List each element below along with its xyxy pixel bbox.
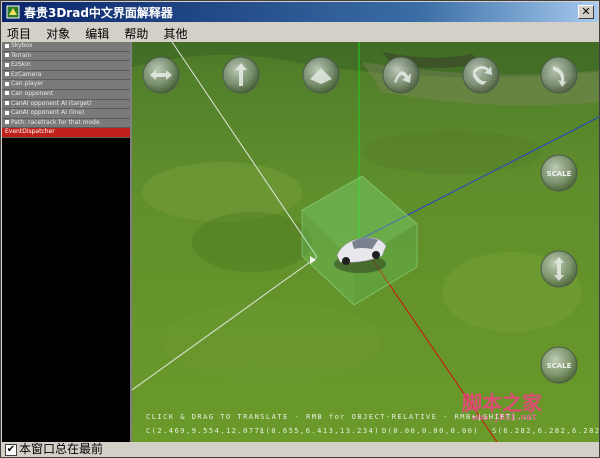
object-label: EzSkin: [11, 61, 31, 69]
menu-help[interactable]: 帮助: [119, 25, 153, 43]
object-label: CanAI opponent AI (line): [11, 109, 85, 117]
app-window: 春贵3Drad中文界面解释器 ✕ 项目 对象 编辑 帮助 其他 Skybox T…: [0, 0, 600, 458]
checkbox-icon: [5, 91, 9, 96]
object-label: EventDispatcher: [5, 128, 55, 136]
svg-text:SCALE: SCALE: [547, 170, 572, 178]
app-icon: [6, 5, 20, 19]
move-plane-icon[interactable]: [302, 56, 340, 94]
checkbox[interactable]: ✔: [5, 444, 17, 456]
object-label: EzCamera: [11, 70, 42, 78]
menu-object[interactable]: 对象: [41, 25, 75, 43]
move-vertical-icon[interactable]: [222, 56, 260, 94]
scene: [132, 42, 599, 442]
checkbox-icon: [5, 43, 9, 48]
checkbox-icon: [5, 101, 9, 106]
object-label: Can opponent: [11, 89, 54, 97]
object-item[interactable]: Terrain: [2, 51, 130, 62]
object-label: Can player: [11, 80, 44, 88]
checkbox-icon: [5, 81, 9, 86]
rotate-x-icon[interactable]: [540, 56, 578, 94]
close-button[interactable]: ✕: [578, 5, 594, 19]
move-arrows-icon[interactable]: [142, 56, 180, 94]
scale-uniform-icon[interactable]: SCALE: [540, 346, 578, 384]
object-item-selected[interactable]: EventDispatcher: [2, 128, 130, 138]
svg-text:SCALE: SCALE: [547, 362, 572, 370]
checkbox-icon: [5, 53, 9, 58]
checkbox-icon: [5, 120, 9, 125]
object-label: CanAI opponent AI (target): [11, 99, 92, 107]
scale-icon[interactable]: SCALE: [540, 154, 578, 192]
object-item[interactable]: EzCamera: [2, 70, 130, 81]
scale-vertical-icon[interactable]: [540, 250, 578, 288]
menu-edit[interactable]: 编辑: [80, 25, 114, 43]
menu-other[interactable]: 其他: [158, 25, 192, 43]
object-item[interactable]: Can opponent: [2, 89, 130, 100]
always-on-top-toggle[interactable]: ✔ 本窗口总在最前: [2, 442, 132, 457]
rotate-y-icon[interactable]: [382, 56, 420, 94]
3d-viewport[interactable]: SCALE SCALE 脚本之家 www.jb51.net CLICK & DR…: [132, 42, 599, 442]
object-item[interactable]: Path: racetrack for that mode: [2, 118, 130, 129]
coord-d: D(0.00,0.00,0.00): [382, 427, 480, 435]
checkbox-label: 本窗口总在最前: [19, 442, 104, 456]
object-item[interactable]: EzSkin: [2, 61, 130, 71]
object-label: Skybox: [11, 42, 33, 49]
object-item[interactable]: CanAI opponent AI (line): [2, 109, 130, 119]
menu-bar: 项目 对象 编辑 帮助 其他: [2, 23, 598, 42]
rotate-z-icon[interactable]: [462, 56, 500, 94]
object-label: Terrain: [11, 51, 32, 59]
object-list: Skybox Terrain EzSkin EzCamera Can playe…: [2, 42, 130, 138]
object-item[interactable]: CanAI opponent AI (target): [2, 99, 130, 110]
coord-l: L(0.655,6.413,13.234): [260, 427, 381, 435]
title-bar[interactable]: 春贵3Drad中文界面解释器 ✕: [2, 2, 598, 22]
checkbox-icon: [5, 72, 9, 77]
checkbox-icon: [5, 62, 9, 67]
coord-s: S(6.282,6.282,6.282): [492, 427, 599, 435]
watermark-title: 脚本之家: [462, 391, 542, 415]
coord-c: C(2.469,9.554,12.077): [146, 427, 267, 435]
object-panel: Skybox Terrain EzSkin EzCamera Can playe…: [2, 42, 132, 442]
menu-project[interactable]: 项目: [2, 25, 36, 43]
object-item[interactable]: Skybox: [2, 42, 130, 52]
viewport-hint: CLICK & DRAG TO TRANSLATE - RMB for OBJE…: [146, 413, 535, 421]
object-label: Path: racetrack for that mode: [11, 118, 100, 126]
object-item[interactable]: Can player: [2, 80, 130, 90]
checkbox-icon: [5, 110, 9, 115]
window-title: 春贵3Drad中文界面解释器: [24, 6, 173, 20]
